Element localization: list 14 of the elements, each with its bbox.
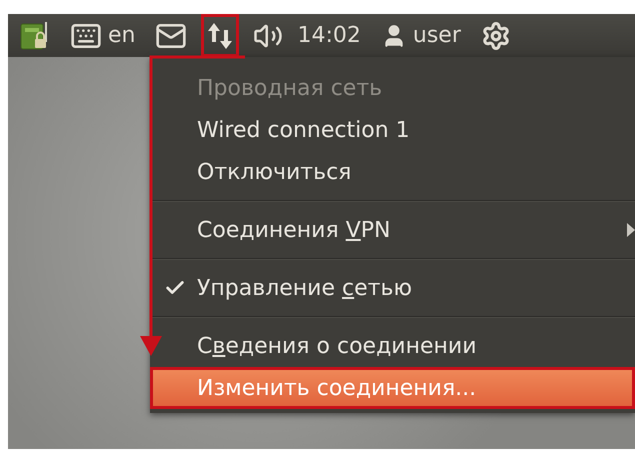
menu-section-header: Проводная сеть [196, 74, 384, 102]
menu-item[interactable]: Сведения о соединении [150, 325, 635, 367]
up-down-arrows-icon [207, 22, 234, 50]
menu-item[interactable]: Управление сетью [150, 267, 635, 309]
clock[interactable]: 14:02 [297, 23, 361, 48]
menu-item[interactable]: Соединения VPN [150, 209, 635, 251]
user-name[interactable]: user [412, 23, 461, 48]
menu-item[interactable]: Отключиться [150, 151, 635, 193]
chip-lock-icon[interactable] [20, 20, 50, 50]
network-indicator[interactable] [201, 14, 240, 57]
keyboard-layout[interactable]: en [108, 23, 136, 48]
submenu-arrow-icon [627, 223, 635, 237]
settings-icon[interactable] [480, 20, 511, 50]
menu-item[interactable]: Wired connection 1 [150, 109, 635, 151]
